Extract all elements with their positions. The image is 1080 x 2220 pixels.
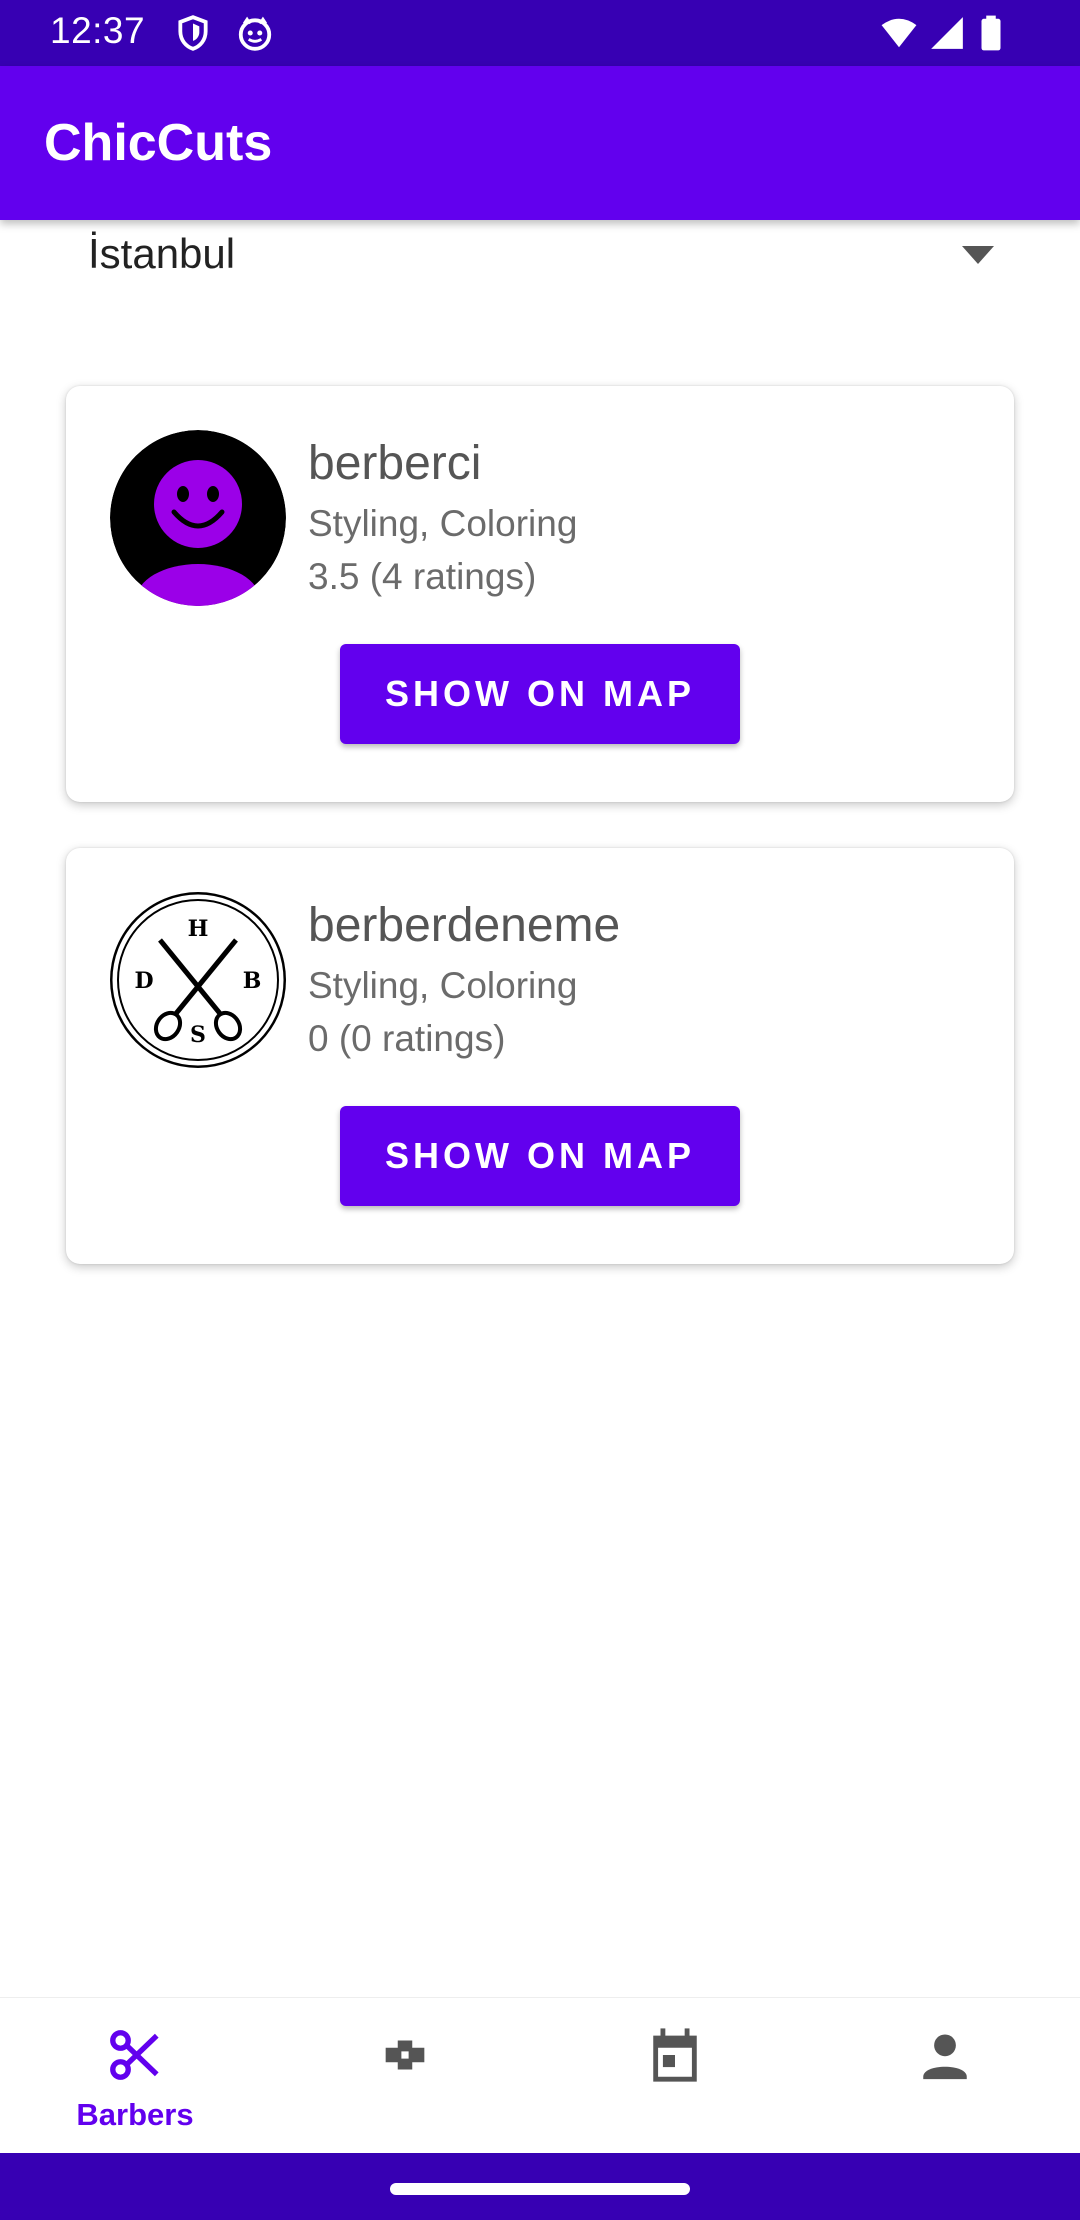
battery-icon bbox=[981, 15, 1001, 51]
logo-letter-s: S bbox=[190, 1022, 206, 1048]
barber-card[interactable]: berberci Styling, Coloring 3.5 (4 rating… bbox=[66, 386, 1014, 802]
cellular-signal-icon bbox=[931, 17, 963, 49]
barber-rating: 0 (0 ratings) bbox=[308, 1018, 506, 1059]
app-title: ChicCuts bbox=[44, 114, 273, 172]
show-on-map-button[interactable]: SHOW ON MAP bbox=[340, 644, 740, 744]
app-bar: ChicCuts bbox=[0, 66, 1080, 220]
shield-icon bbox=[178, 15, 208, 51]
city-selected-value: İstanbul bbox=[88, 230, 236, 277]
barber-rating: 3.5 (4 ratings) bbox=[308, 556, 537, 597]
status-bar: 12:37 bbox=[0, 0, 1080, 66]
logo-letter-d: D bbox=[134, 968, 153, 994]
bandage-icon bbox=[385, 2040, 425, 2070]
nav-item-profile[interactable] bbox=[810, 1998, 1080, 2154]
barber-services: Styling, Coloring bbox=[308, 503, 578, 544]
barber-avatar bbox=[110, 430, 286, 606]
barber-avatar: H D B S bbox=[110, 892, 286, 1068]
logo-letter-b: B bbox=[243, 968, 262, 994]
chevron-down-icon bbox=[962, 246, 994, 264]
barber-card[interactable]: H D B S berberdeneme Styling, Coloring 0… bbox=[66, 848, 1014, 1264]
cat-face-icon bbox=[238, 16, 272, 51]
nav-item-treatments[interactable] bbox=[270, 1998, 540, 2154]
status-time: 12:37 bbox=[50, 10, 146, 51]
person-icon bbox=[923, 2034, 967, 2080]
nav-label-barbers: Barbers bbox=[76, 2097, 194, 2132]
smiley-avatar-icon bbox=[110, 430, 286, 606]
city-dropdown[interactable]: İstanbul bbox=[60, 222, 1020, 292]
home-gesture-handle[interactable] bbox=[390, 2183, 690, 2195]
barber-name: berberdeneme bbox=[308, 899, 621, 952]
calendar-icon bbox=[653, 2028, 697, 2082]
bottom-navigation: Barbers bbox=[0, 1997, 1080, 2154]
wifi-icon bbox=[881, 18, 917, 48]
scissors-icon bbox=[110, 2030, 159, 2080]
barber-name: berberci bbox=[308, 437, 482, 490]
logo-letter-h: H bbox=[188, 916, 209, 942]
navigation-gesture-bar bbox=[0, 2153, 1080, 2220]
barber-services: Styling, Coloring bbox=[308, 965, 578, 1006]
nav-item-appointments[interactable] bbox=[540, 1998, 810, 2154]
show-on-map-button[interactable]: SHOW ON MAP bbox=[340, 1106, 740, 1206]
nav-item-barbers[interactable]: Barbers bbox=[0, 1998, 270, 2154]
scissors-logo-icon: H D B S bbox=[110, 892, 286, 1068]
